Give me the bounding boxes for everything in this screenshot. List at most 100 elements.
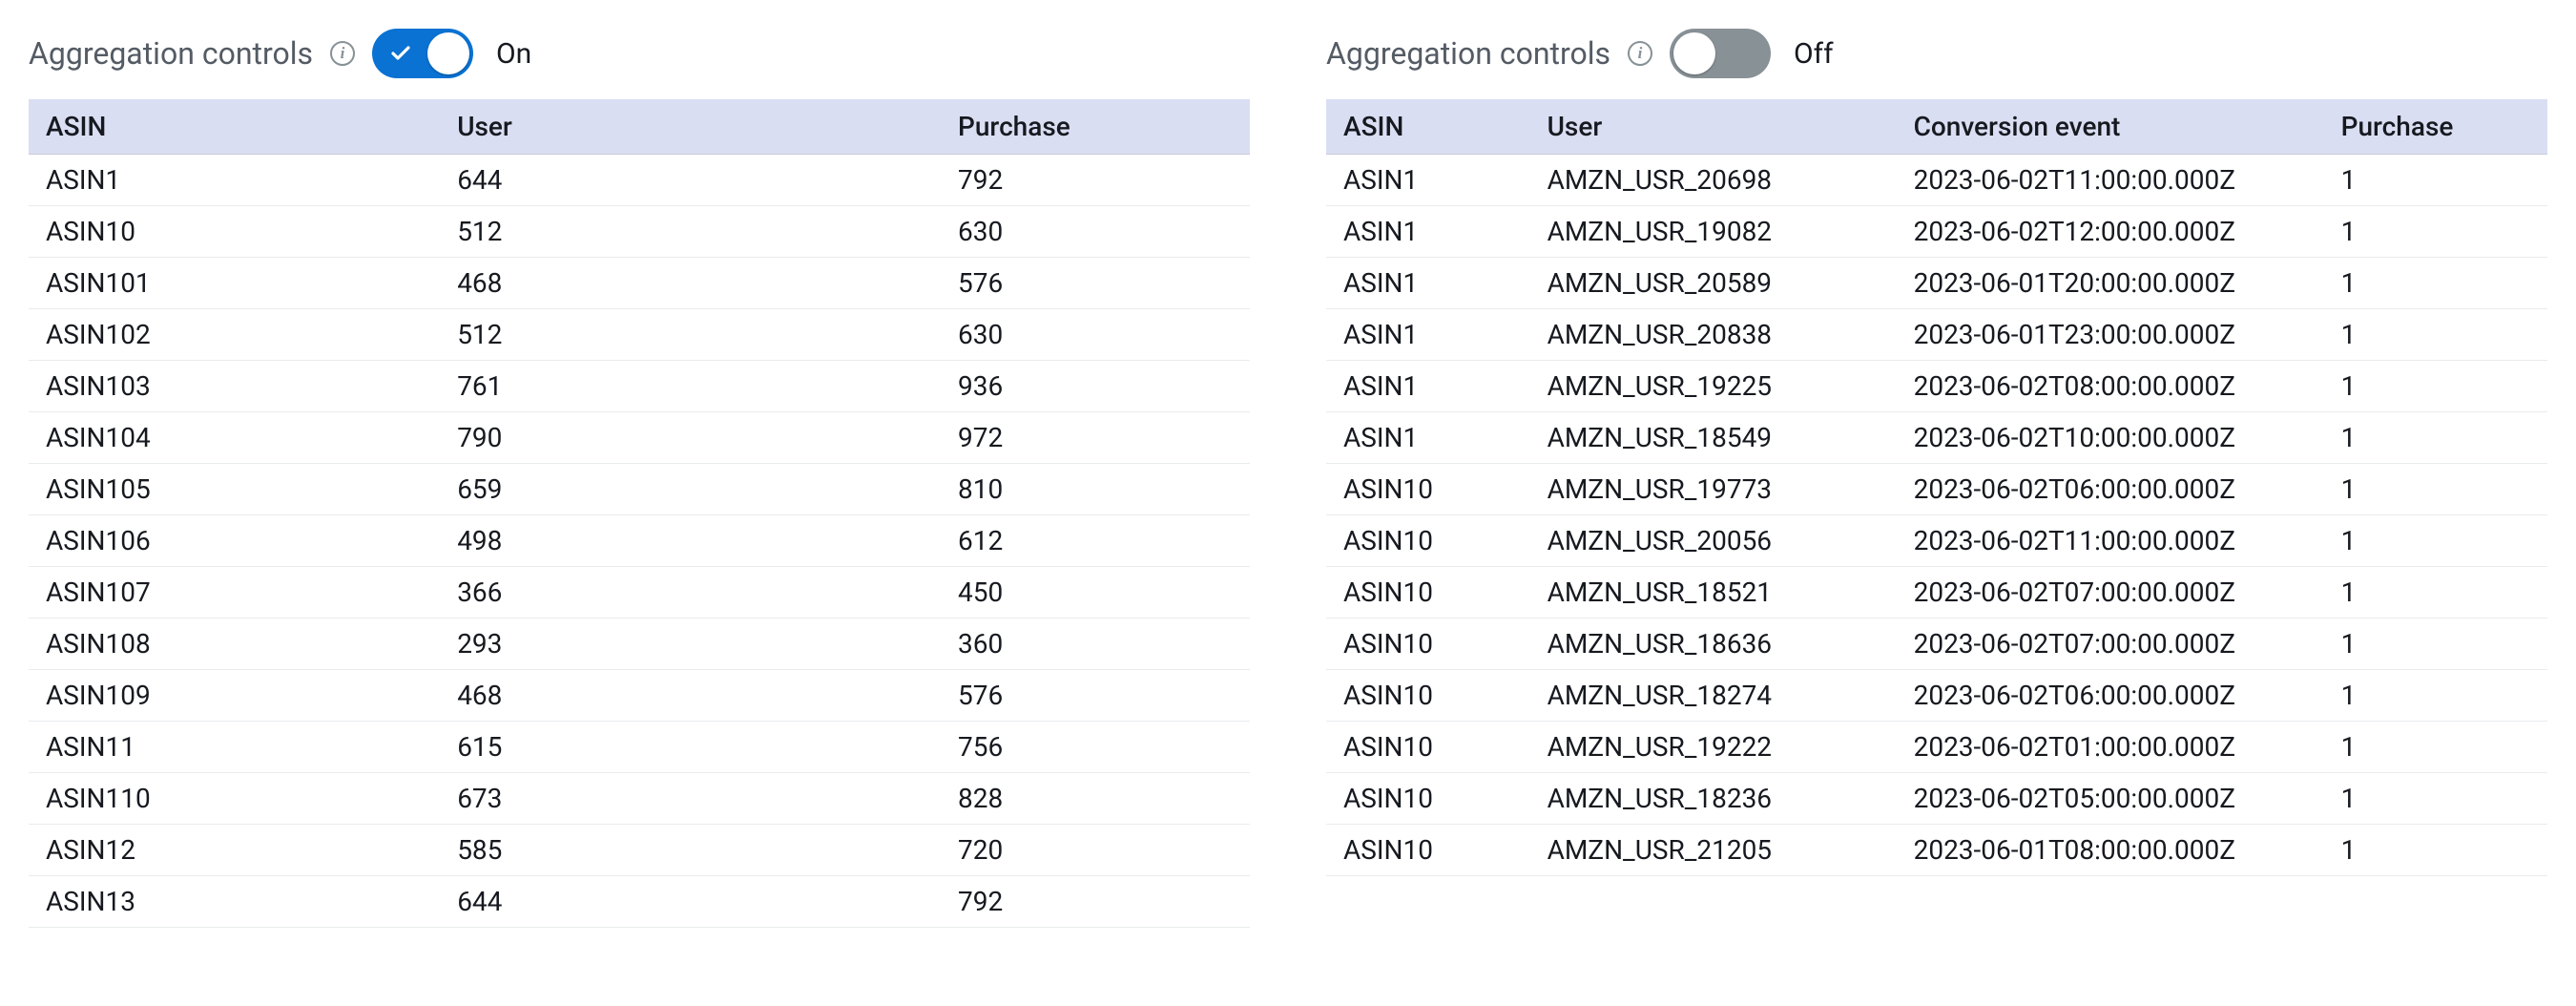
- cell-event: 2023-06-02T06:00:00.000Z: [1901, 670, 2328, 722]
- aggregation-toggle[interactable]: [1670, 29, 1771, 78]
- cell-asin: ASIN1: [29, 155, 444, 206]
- table-row: ASIN10AMZN_USR_182742023-06-02T06:00:00.…: [1326, 670, 2547, 722]
- aggregated-table: ASINUserPurchase ASIN1644792ASIN10512630…: [29, 99, 1250, 928]
- cell-asin: ASIN10: [1326, 722, 1534, 773]
- cell-user: 512: [444, 309, 945, 361]
- column-header[interactable]: Conversion event: [1901, 99, 2328, 155]
- cell-asin: ASIN12: [29, 825, 444, 876]
- cell-asin: ASIN10: [1326, 464, 1534, 515]
- cell-user: AMZN_USR_18236: [1534, 773, 1901, 825]
- cell-user: 366: [444, 567, 945, 618]
- cell-user: AMZN_USR_18549: [1534, 412, 1901, 464]
- column-header[interactable]: User: [1534, 99, 1901, 155]
- toggle-knob: [427, 32, 469, 74]
- cell-purchase: 1: [2328, 464, 2547, 515]
- cell-asin: ASIN108: [29, 618, 444, 670]
- table-row: ASIN102512630: [29, 309, 1250, 361]
- aggregation-toggle[interactable]: [372, 29, 473, 78]
- cell-purchase: 1: [2328, 412, 2547, 464]
- cell-event: 2023-06-01T23:00:00.000Z: [1901, 309, 2328, 361]
- cell-purchase: 612: [945, 515, 1250, 567]
- table-row: ASIN104790972: [29, 412, 1250, 464]
- cell-purchase: 1: [2328, 309, 2547, 361]
- table-row: ASIN10AMZN_USR_182362023-06-02T05:00:00.…: [1326, 773, 2547, 825]
- cell-asin: ASIN13: [29, 876, 444, 928]
- column-header[interactable]: User: [444, 99, 945, 155]
- cell-purchase: 450: [945, 567, 1250, 618]
- table-row: ASIN10AMZN_USR_185212023-06-02T07:00:00.…: [1326, 567, 2547, 618]
- table-row: ASIN103761936: [29, 361, 1250, 412]
- cell-purchase: 576: [945, 258, 1250, 309]
- table-row: ASIN10AMZN_USR_212052023-06-01T08:00:00.…: [1326, 825, 2547, 876]
- cell-user: 761: [444, 361, 945, 412]
- column-header[interactable]: Purchase: [945, 99, 1250, 155]
- cell-purchase: 1: [2328, 773, 2547, 825]
- cell-purchase: 630: [945, 206, 1250, 258]
- cell-purchase: 792: [945, 155, 1250, 206]
- page: Aggregation controls i On ASINUserPurcha…: [0, 0, 2576, 1006]
- cell-event: 2023-06-02T11:00:00.000Z: [1901, 155, 2328, 206]
- cell-purchase: 810: [945, 464, 1250, 515]
- cell-asin: ASIN10: [1326, 670, 1534, 722]
- cell-asin: ASIN11: [29, 722, 444, 773]
- cell-event: 2023-06-02T08:00:00.000Z: [1901, 361, 2328, 412]
- column-header[interactable]: Purchase: [2328, 99, 2547, 155]
- cell-user: 293: [444, 618, 945, 670]
- raw-table: ASINUserConversion eventPurchase ASIN1AM…: [1326, 99, 2547, 876]
- cell-purchase: 1: [2328, 722, 2547, 773]
- cell-asin: ASIN109: [29, 670, 444, 722]
- cell-purchase: 972: [945, 412, 1250, 464]
- cell-purchase: 1: [2328, 825, 2547, 876]
- table-header-row: ASINUserConversion eventPurchase: [1326, 99, 2547, 155]
- cell-user: 585: [444, 825, 945, 876]
- cell-purchase: 1: [2328, 258, 2547, 309]
- cell-asin: ASIN1: [1326, 361, 1534, 412]
- cell-asin: ASIN104: [29, 412, 444, 464]
- cell-purchase: 1: [2328, 670, 2547, 722]
- cell-event: 2023-06-02T12:00:00.000Z: [1901, 206, 2328, 258]
- cell-event: 2023-06-02T05:00:00.000Z: [1901, 773, 2328, 825]
- table-row: ASIN1AMZN_USR_190822023-06-02T12:00:00.0…: [1326, 206, 2547, 258]
- cell-purchase: 1: [2328, 206, 2547, 258]
- info-icon[interactable]: i: [1628, 41, 1652, 66]
- cell-asin: ASIN1: [1326, 412, 1534, 464]
- toggle-state-label: Off: [1794, 37, 1834, 71]
- table-row: ASIN110673828: [29, 773, 1250, 825]
- cell-user: AMZN_USR_20838: [1534, 309, 1901, 361]
- cell-purchase: 1: [2328, 515, 2547, 567]
- cell-purchase: 1: [2328, 618, 2547, 670]
- table-row: ASIN10AMZN_USR_192222023-06-02T01:00:00.…: [1326, 722, 2547, 773]
- cell-user: 659: [444, 464, 945, 515]
- cell-purchase: 756: [945, 722, 1250, 773]
- cell-event: 2023-06-01T08:00:00.000Z: [1901, 825, 2328, 876]
- cell-user: 615: [444, 722, 945, 773]
- cell-asin: ASIN10: [1326, 515, 1534, 567]
- info-icon[interactable]: i: [330, 41, 355, 66]
- cell-user: 644: [444, 155, 945, 206]
- cell-user: AMZN_USR_18521: [1534, 567, 1901, 618]
- cell-asin: ASIN107: [29, 567, 444, 618]
- table-row: ASIN107366450: [29, 567, 1250, 618]
- cell-asin: ASIN101: [29, 258, 444, 309]
- column-header[interactable]: ASIN: [29, 99, 444, 155]
- cell-user: 644: [444, 876, 945, 928]
- table-row: ASIN1AMZN_USR_192252023-06-02T08:00:00.0…: [1326, 361, 2547, 412]
- cell-asin: ASIN1: [1326, 258, 1534, 309]
- cell-user: 468: [444, 258, 945, 309]
- cell-event: 2023-06-02T10:00:00.000Z: [1901, 412, 2328, 464]
- cell-event: 2023-06-02T06:00:00.000Z: [1901, 464, 2328, 515]
- table-row: ASIN1AMZN_USR_208382023-06-01T23:00:00.0…: [1326, 309, 2547, 361]
- cell-user: AMZN_USR_19082: [1534, 206, 1901, 258]
- column-header[interactable]: ASIN: [1326, 99, 1534, 155]
- cell-purchase: 792: [945, 876, 1250, 928]
- cell-asin: ASIN103: [29, 361, 444, 412]
- cell-user: AMZN_USR_20589: [1534, 258, 1901, 309]
- cell-user: AMZN_USR_20698: [1534, 155, 1901, 206]
- aggregation-controls-row: Aggregation controls i On: [29, 29, 1250, 78]
- aggregation-controls-label: Aggregation controls: [29, 35, 313, 72]
- cell-asin: ASIN10: [1326, 825, 1534, 876]
- cell-user: 673: [444, 773, 945, 825]
- cell-event: 2023-06-02T01:00:00.000Z: [1901, 722, 2328, 773]
- cell-asin: ASIN102: [29, 309, 444, 361]
- cell-user: AMZN_USR_19225: [1534, 361, 1901, 412]
